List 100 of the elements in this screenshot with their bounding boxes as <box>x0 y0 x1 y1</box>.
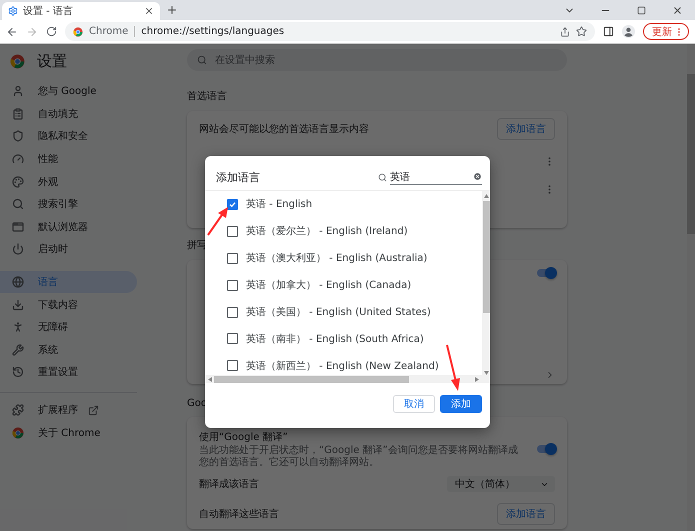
scroll-up-arrow-icon[interactable] <box>484 194 488 199</box>
sidebar-item[interactable]: 无障碍 <box>0 316 137 339</box>
sidebar-item[interactable]: 外观 <box>0 170 137 193</box>
annotation-arrow <box>443 344 463 392</box>
update-button[interactable]: 更新 <box>643 23 689 40</box>
sidebar-item[interactable]: 隐私和安全 <box>0 125 137 148</box>
share-icon[interactable] <box>560 26 570 36</box>
language-label: 英语 - English <box>246 198 312 212</box>
language-label: 英语（爱尔兰） - English (Ireland) <box>246 224 408 238</box>
sidebar-item-label: 您与 Google <box>38 84 96 98</box>
close-icon[interactable] <box>144 6 154 16</box>
download-icon <box>12 298 24 311</box>
search-field[interactable]: 英语 <box>390 170 482 184</box>
sidebar-item[interactable]: 扩展程序 <box>0 398 137 422</box>
search-icon <box>197 55 207 65</box>
scroll-left-arrow-icon[interactable] <box>208 376 212 382</box>
browser-window-icon <box>12 220 24 233</box>
sidebar-item[interactable]: 启动时 <box>0 238 137 261</box>
add-language-button[interactable]: 添加语言 <box>497 118 555 140</box>
language-label: 英语（加拿大） - English (Canada) <box>246 278 412 292</box>
search-icon <box>12 198 24 210</box>
toggle-switch[interactable] <box>537 445 555 453</box>
search-field[interactable]: 在设置中搜索 <box>187 49 567 71</box>
language-label: 英语（澳大利亚） - English (Australia) <box>246 252 428 266</box>
close-icon[interactable] <box>672 4 682 16</box>
add-language-button[interactable]: 添加语言 <box>497 503 555 525</box>
reload-icon[interactable] <box>46 26 57 37</box>
sidebar-item-label: 自动填充 <box>38 108 78 121</box>
sidebar-item-label: 系统 <box>38 344 58 357</box>
sidebar-item-label: 扩展程序 <box>38 404 78 418</box>
sidebar-item-label: 外观 <box>38 176 58 189</box>
cancel-button[interactable]: 取消 <box>393 394 435 412</box>
gauge-icon <box>12 153 24 166</box>
settings-icon <box>8 6 18 16</box>
browser-logo-icon <box>73 26 83 36</box>
checkbox[interactable] <box>227 360 238 372</box>
checkbox[interactable] <box>227 226 238 237</box>
shield-icon <box>12 130 24 142</box>
language-label: 英语（南非） - English (South Africa) <box>246 332 424 346</box>
sidebar-item-label: 语言 <box>38 276 58 290</box>
browser-tab[interactable]: 设置 - 语言 <box>2 2 160 20</box>
setting-title: 使用“Google 翻译” <box>199 430 289 444</box>
sidebar-item-label: 关于 Chrome <box>38 426 100 440</box>
scroll-right-arrow-icon[interactable] <box>475 376 479 382</box>
puzzle-icon <box>12 404 24 416</box>
sidebar-item-label: 默认浏览器 <box>38 220 88 234</box>
settings-title: 设置 <box>37 52 67 70</box>
language-option[interactable]: 英语（澳大利亚） - English (Australia) <box>205 244 482 272</box>
sidebar-item-label: 无障碍 <box>38 320 68 334</box>
language-option[interactable]: 英语（加拿大） - English (Canada) <box>205 272 482 299</box>
language-option[interactable]: 英语（美国） - English (United States) <box>205 298 482 326</box>
sidebar-item[interactable]: 默认浏览器 <box>0 216 137 238</box>
history-icon <box>12 366 24 378</box>
side-panel-icon[interactable] <box>603 26 614 37</box>
sidebar-item[interactable]: 重置设置 <box>0 361 137 384</box>
language-option[interactable]: 英语（爱尔兰） - English (Ireland) <box>205 218 482 245</box>
clear-icon[interactable] <box>473 172 482 181</box>
back-icon[interactable] <box>6 26 18 38</box>
language-option[interactable]: 英语（南非） - English (South Africa) <box>205 325 482 352</box>
setting-label: 自动翻译这些语言 <box>199 508 279 521</box>
star-icon[interactable] <box>576 26 587 37</box>
sidebar-item[interactable]: 下载内容 <box>0 293 137 316</box>
maximize-icon[interactable] <box>636 6 646 14</box>
palette-icon <box>12 176 24 188</box>
add-button[interactable]: 添加 <box>440 394 482 412</box>
checkbox[interactable] <box>227 306 238 318</box>
search-icon <box>378 172 387 182</box>
globe-icon <box>12 276 24 288</box>
scroll-down-arrow-icon[interactable] <box>484 370 488 375</box>
sidebar-item[interactable]: 搜索引擎 <box>0 192 137 216</box>
sidebar-item-label: 下载内容 <box>38 298 78 312</box>
sidebar-item[interactable]: 自动填充 <box>0 102 137 126</box>
sidebar-item-label: 搜索引擎 <box>38 198 78 212</box>
sidebar-item[interactable]: 关于 Chrome <box>0 421 137 444</box>
accessibility-icon <box>12 321 24 334</box>
description-text: 网站会尽可能以您的首选语言显示内容 <box>199 122 369 136</box>
language-dropdown[interactable]: 中文（简体） <box>447 476 555 492</box>
sidebar-item[interactable]: 系统 <box>0 338 137 362</box>
browser-logo-icon <box>10 54 25 68</box>
toggle-switch[interactable] <box>537 269 555 277</box>
checkbox[interactable] <box>227 280 238 291</box>
language-label: 英语（新西兰） - English (New Zealand) <box>246 360 439 373</box>
sidebar-item[interactable]: 您与 Google <box>0 80 137 103</box>
sidebar-item-label: 性能 <box>38 152 58 166</box>
checkbox[interactable] <box>227 333 238 344</box>
sidebar-item-label: 启动时 <box>38 242 68 256</box>
sidebar-item[interactable]: 性能 <box>0 148 137 170</box>
scrollbar[interactable] <box>687 44 695 531</box>
language-option[interactable]: 英语 - English <box>205 191 482 218</box>
annotation-arrow <box>206 206 230 236</box>
profile-avatar-icon[interactable] <box>622 25 635 38</box>
checkbox[interactable] <box>227 198 238 210</box>
language-label: 英语（美国） - English (United States) <box>246 306 431 319</box>
address-bar[interactable]: Chrome chrome://settings/languages <box>65 22 595 41</box>
checkbox[interactable] <box>227 252 238 264</box>
horizontal-scrollbar[interactable] <box>205 375 482 383</box>
new-tab-icon[interactable] <box>166 4 178 16</box>
vertical-scrollbar[interactable] <box>482 191 490 383</box>
language-option[interactable]: 英语（新西兰） - English (New Zealand) <box>205 352 482 375</box>
sidebar-item[interactable]: 语言 <box>0 270 137 294</box>
